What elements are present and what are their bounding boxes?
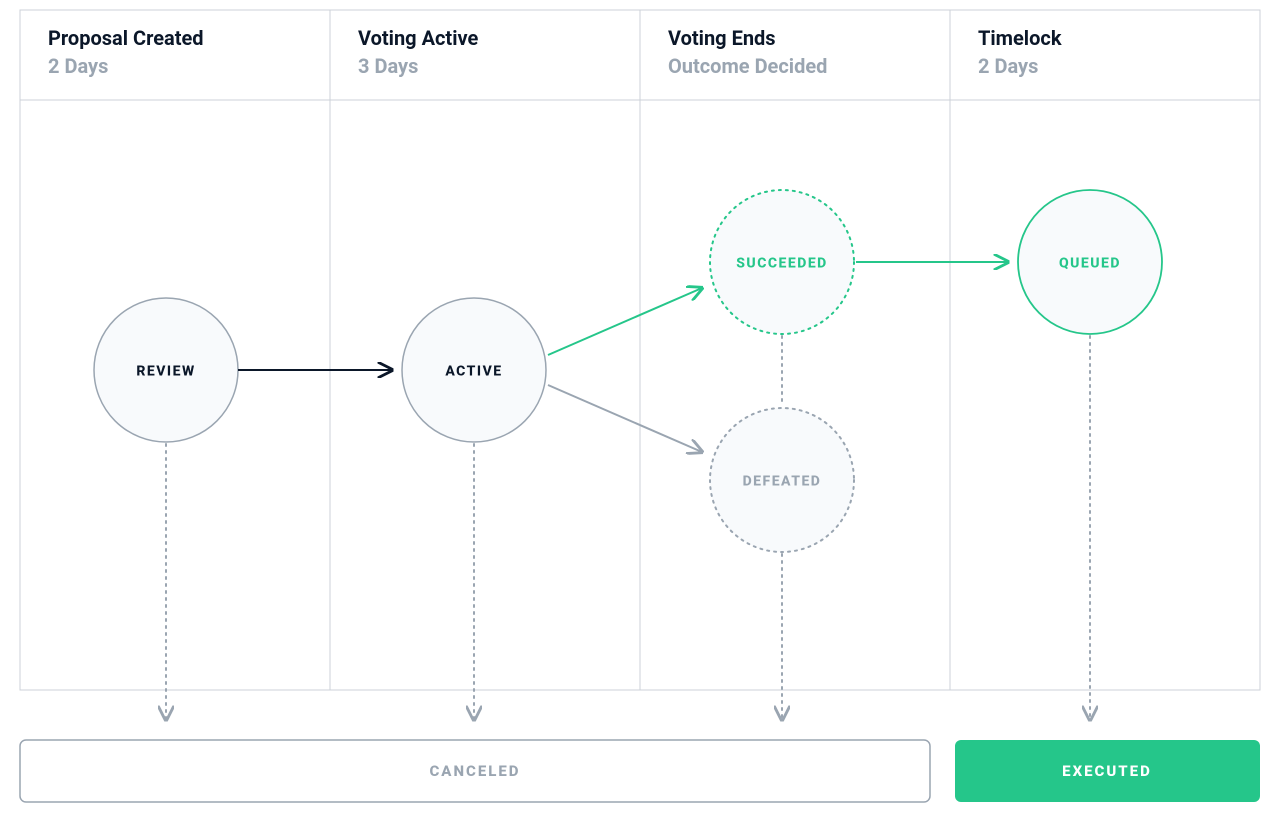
node-active-label: ACTIVE [445,364,502,380]
node-review-label: REVIEW [136,364,195,380]
terminal-canceled-label: CANCELED [429,762,520,780]
node-defeated-label: DEFEATED [743,474,822,490]
node-queued-label: QUEUED [1059,256,1121,272]
edge-active-succeeded [548,288,702,355]
governance-lifecycle-diagram: Proposal Created 2 Days Voting Active 3 … [0,0,1280,825]
node-succeeded-label: SUCCEEDED [736,256,828,272]
node-defeated: DEFEATED [710,408,854,552]
node-succeeded: SUCCEEDED [710,190,854,334]
col0-subtitle: 2 Days [48,54,108,78]
col1-title: Voting Active [358,26,478,50]
edge-active-defeated [548,385,702,452]
column-header-2: Voting Ends Outcome Decided [668,26,827,78]
column-header-1: Voting Active 3 Days [358,26,478,78]
col2-subtitle: Outcome Decided [668,54,827,78]
col1-subtitle: 3 Days [358,54,418,78]
col0-title: Proposal Created [48,26,204,50]
column-header-0: Proposal Created 2 Days [48,26,204,78]
node-queued: QUEUED [1018,190,1162,334]
terminal-executed-label: EXECUTED [1062,762,1152,780]
terminal-executed: EXECUTED [955,740,1260,802]
column-header-3: Timelock 2 Days [978,26,1062,78]
terminal-canceled: CANCELED [20,740,930,802]
col3-subtitle: 2 Days [978,54,1038,78]
node-active: ACTIVE [402,298,546,442]
col2-title: Voting Ends [668,26,776,50]
col3-title: Timelock [978,26,1062,50]
node-review: REVIEW [94,298,238,442]
